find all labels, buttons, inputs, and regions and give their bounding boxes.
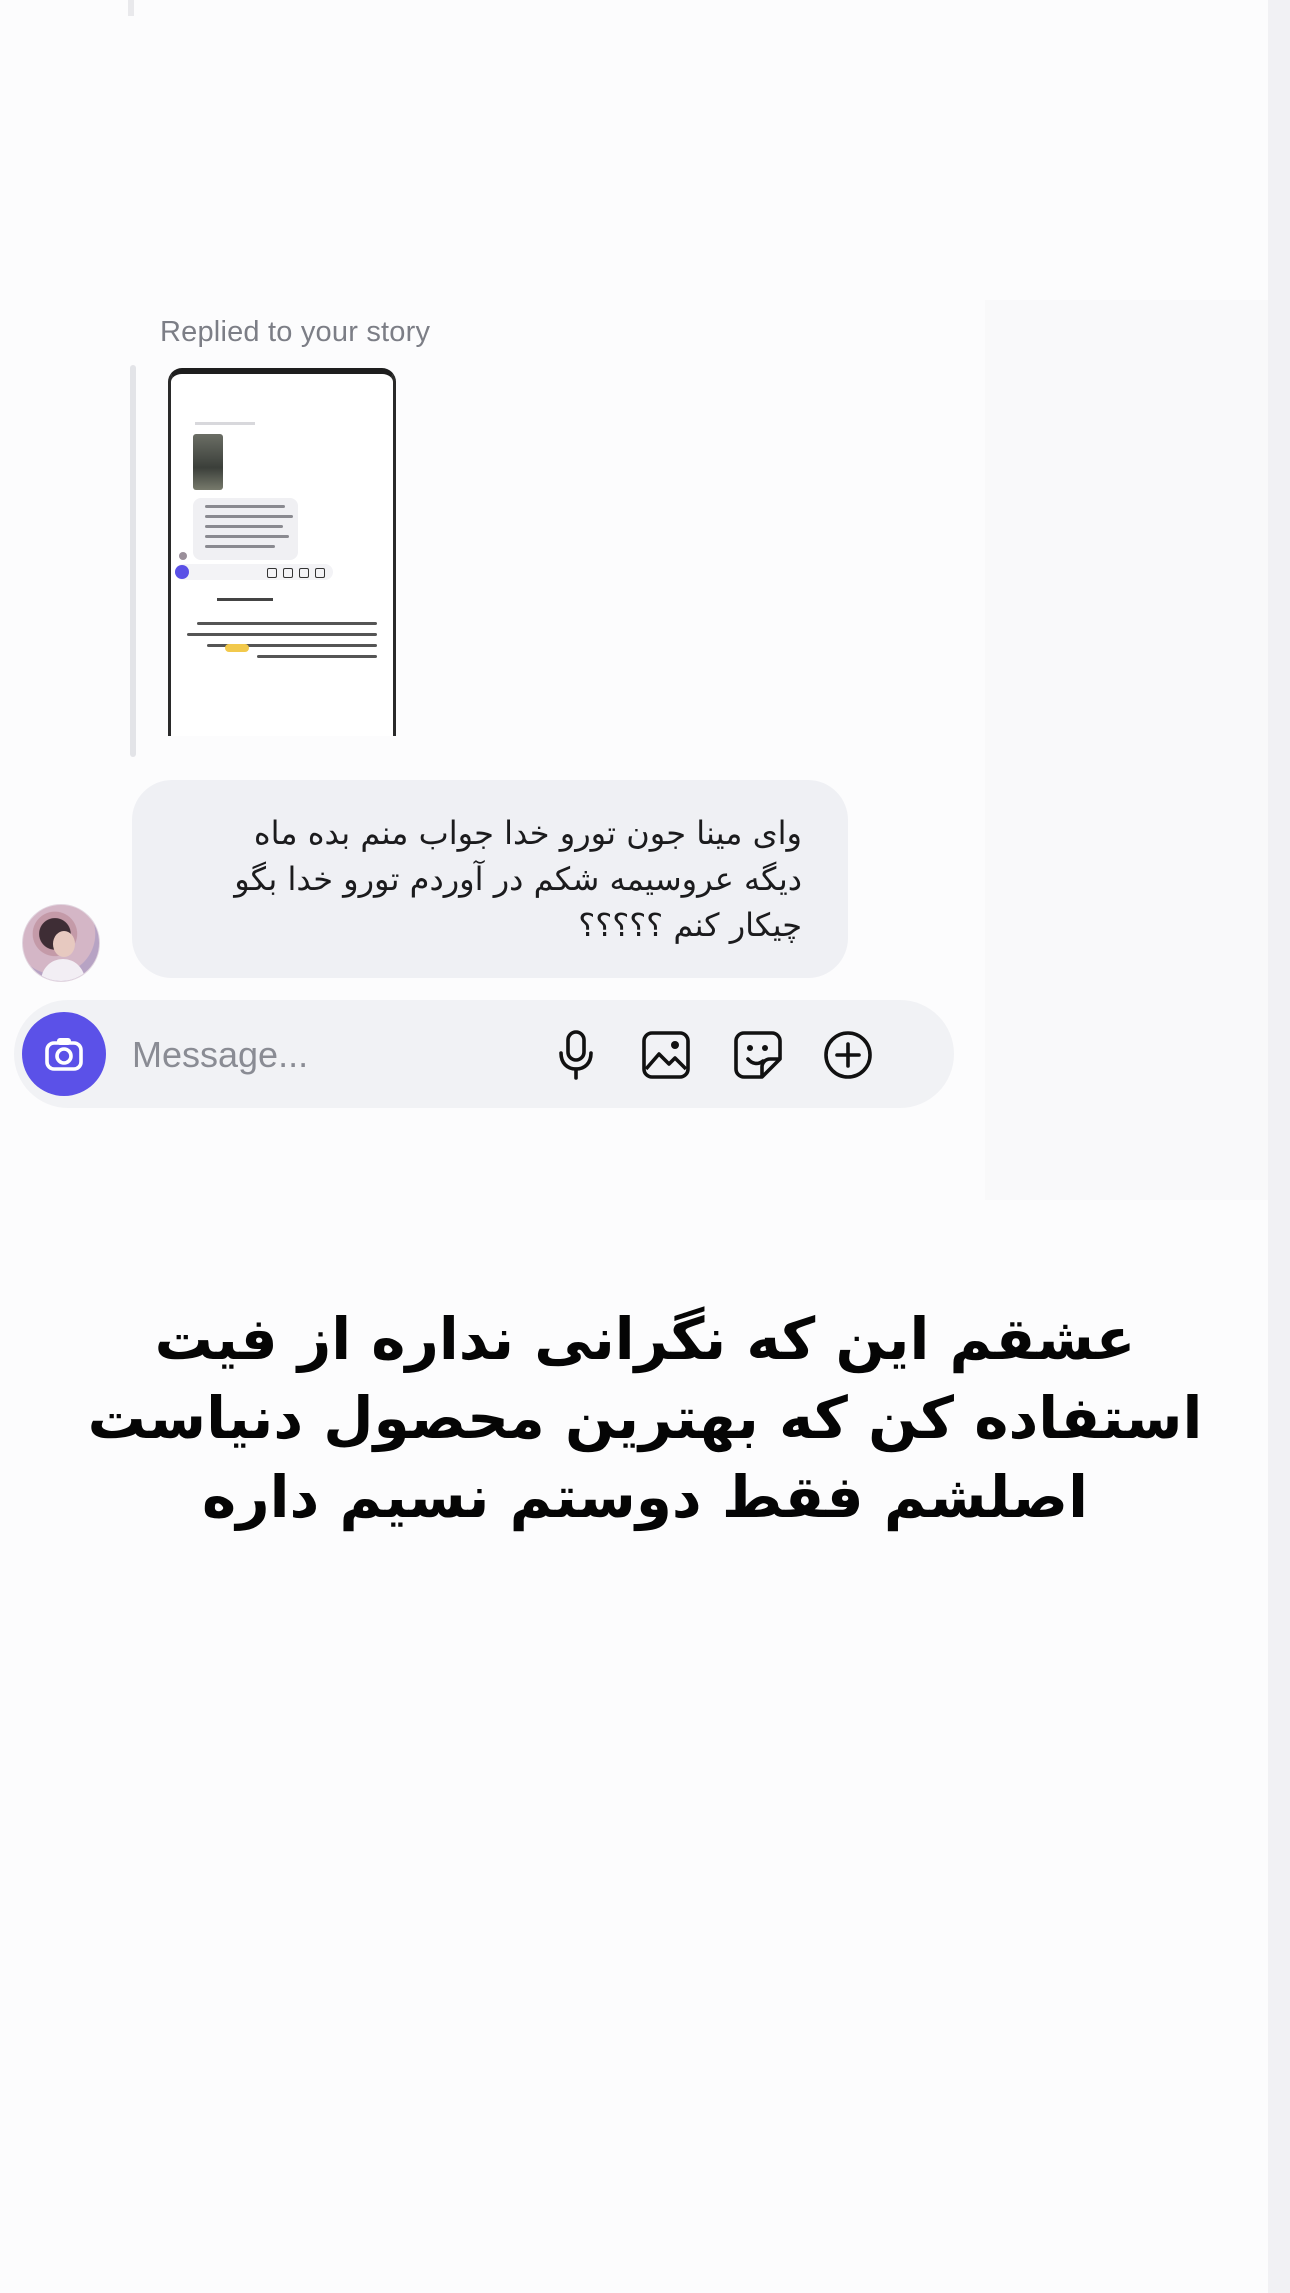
camera-button[interactable] bbox=[22, 1012, 106, 1096]
message-text: وای مینا جون تورو خدا جواب منم بده ماه د… bbox=[162, 810, 802, 948]
message-composer bbox=[14, 1000, 954, 1108]
gallery-icon bbox=[642, 1031, 690, 1079]
message-line: چیکار کنم ؟؟؟؟؟ bbox=[578, 906, 802, 944]
top-divider bbox=[128, 0, 134, 16]
microphone-icon bbox=[559, 1030, 593, 1080]
thumb-photo bbox=[193, 434, 223, 490]
voice-button[interactable] bbox=[548, 1027, 604, 1083]
chat-screen: Replied to your story وای مینا جون تورو … bbox=[0, 0, 1290, 2293]
thumb-divider bbox=[217, 598, 273, 601]
thumb-emoji bbox=[225, 644, 249, 652]
story-thumbnail[interactable] bbox=[168, 368, 396, 736]
received-message-bubble[interactable]: وای مینا جون تورو خدا جواب منم بده ماه د… bbox=[132, 780, 848, 978]
thumb-caption bbox=[187, 622, 377, 682]
thumb-avatar bbox=[179, 552, 187, 560]
sticker-button[interactable] bbox=[730, 1027, 786, 1083]
screen-edge bbox=[1268, 0, 1290, 2293]
overlay-caption: عشقم این که نگرانی نداره از فیت استفاده … bbox=[60, 1300, 1230, 1537]
replied-to-story-label: Replied to your story bbox=[160, 316, 431, 348]
add-icon bbox=[824, 1031, 872, 1079]
caption-line: استفاده کن که بهترین محصول دنیاست bbox=[87, 1384, 1203, 1452]
thumb-message-bubble bbox=[193, 498, 298, 560]
message-input[interactable] bbox=[130, 1024, 434, 1086]
thumb-header bbox=[195, 422, 255, 425]
more-button[interactable] bbox=[820, 1027, 876, 1083]
camera-icon bbox=[45, 1038, 83, 1071]
thumb-composer bbox=[175, 564, 333, 580]
sender-avatar[interactable] bbox=[22, 904, 100, 982]
caption-line: اصلشم فقط دوستم نسیم داره bbox=[202, 1463, 1088, 1531]
background-panel bbox=[985, 300, 1268, 1200]
message-line: دیگه عروسیمه شکم در آوردم تورو خدا بگو bbox=[234, 860, 802, 898]
caption-line: عشقم این که نگرانی نداره از فیت bbox=[154, 1305, 1136, 1373]
reply-thread-line bbox=[130, 365, 136, 757]
message-line: وای مینا جون تورو خدا جواب منم بده ماه bbox=[253, 814, 802, 852]
gallery-button[interactable] bbox=[638, 1027, 694, 1083]
sticker-icon bbox=[734, 1031, 782, 1079]
